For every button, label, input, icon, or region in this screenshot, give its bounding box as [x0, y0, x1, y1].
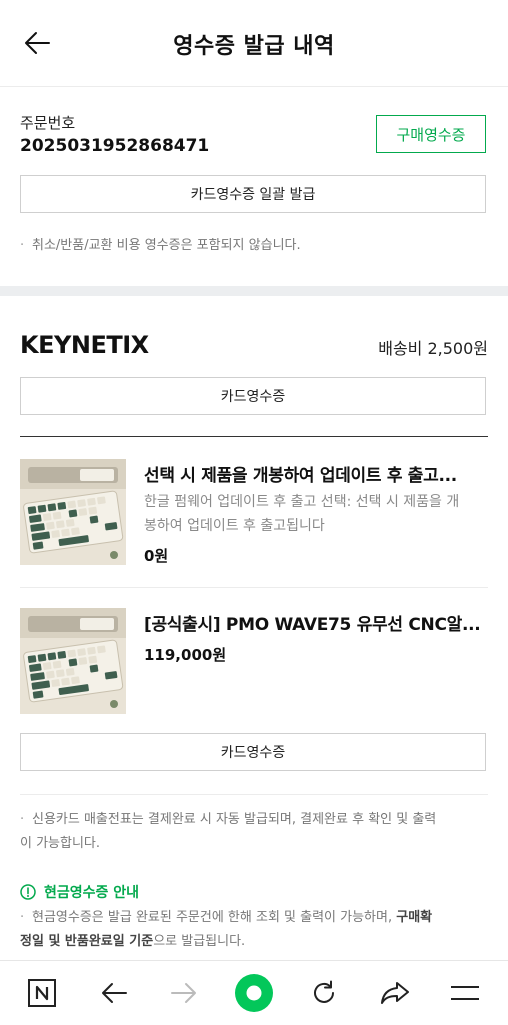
refresh-button[interactable]: [304, 975, 344, 1011]
card-receipt-button[interactable]: 카드영수증: [20, 733, 486, 771]
product-thumbnail[interactable]: [20, 459, 126, 565]
keyboard-image: [20, 459, 126, 565]
notes-divider: [20, 794, 488, 795]
product-divider: [20, 587, 488, 588]
exclusion-note: · 취소/반품/교환 비용 영수증은 포함되지 않습니다.: [20, 234, 490, 258]
cash-receipt-note-text: 현금영수증은 발급 완료된 주문건에 한해 조회 및 출력이 가능하며,: [32, 910, 397, 925]
page-title: 영수증 발급 내역: [173, 34, 335, 59]
bullet: ·: [20, 238, 25, 253]
card-receipt-button[interactable]: 카드영수증: [20, 377, 486, 415]
naver-logo-icon: [28, 979, 56, 1007]
product-thumbnail[interactable]: [20, 608, 126, 714]
product-price: 0원: [144, 547, 169, 565]
menu-icon: [451, 986, 479, 1000]
forward-arrow-icon: [171, 983, 196, 1003]
bullet: ·: [20, 910, 25, 925]
bulk-card-receipt-button[interactable]: 카드영수증 일괄 발급: [20, 175, 486, 213]
cash-receipt-title-text: 현금영수증 안내: [44, 885, 140, 901]
store-name: KEYNETIX: [20, 331, 149, 359]
browser-back-button[interactable]: [94, 975, 134, 1011]
bottom-navigation-bar: [0, 960, 508, 1025]
section-divider: [0, 286, 508, 296]
product-option-line: 봉하여 업데이트 후 출고됩니다: [144, 518, 325, 534]
product-name[interactable]: [공식출시] PMO WAVE75 유무선 CNC알...: [144, 610, 488, 635]
bullet: ·: [20, 812, 25, 827]
cash-receipt-note-bold: 정일 및 반품완료일 기준: [20, 934, 154, 949]
refresh-icon: [314, 980, 334, 1003]
product-name[interactable]: 선택 시 제품을 개봉하여 업데이트 후 출고...: [144, 461, 488, 486]
cash-receipt-note-bold: 구매확: [396, 910, 433, 925]
credit-card-note-text: 이 가능합니다.: [20, 836, 101, 851]
cash-receipt-note-text: 으로 발급됩니다.: [153, 934, 246, 949]
cash-receipt-note: · 현금영수증은 발급 완료된 주문건에 한해 조회 및 출력이 가능하며, 구매…: [20, 906, 490, 954]
credit-card-note: · 신용카드 매출전표는 결제완료 시 자동 발급되며, 결제완료 후 확인 및 …: [20, 808, 490, 856]
home-button[interactable]: [234, 974, 274, 1012]
menu-button[interactable]: [445, 975, 485, 1011]
back-arrow-icon: [102, 983, 127, 1003]
store-divider: [20, 436, 488, 437]
share-icon: [381, 982, 409, 1004]
order-number: 2025031952868471: [20, 136, 210, 156]
product-option: 한글 펌웨어 업데이트 후 출고 선택: 선택 시 제품을 개 봉하여 업데이트…: [144, 490, 488, 538]
browser-forward-button[interactable]: [164, 975, 204, 1011]
product-option-line: 한글 펌웨어 업데이트 후 출고 선택: 선택 시 제품을 개: [144, 494, 460, 510]
shipping-fee: 배송비 2,500원: [378, 339, 488, 358]
naver-home-button[interactable]: [22, 975, 62, 1011]
info-icon: [20, 884, 36, 900]
exclusion-note-text: 취소/반품/교환 비용 영수증은 포함되지 않습니다.: [32, 238, 301, 253]
share-button[interactable]: [375, 975, 415, 1011]
home-circle-icon: [235, 974, 273, 1012]
order-number-label: 주문번호: [20, 114, 76, 132]
header: 영수증 발급 내역: [0, 0, 508, 87]
credit-card-note-text: 신용카드 매출전표는 결제완료 시 자동 발급되며, 결제완료 후 확인 및 출…: [32, 812, 437, 827]
purchase-receipt-button[interactable]: 구매영수증: [376, 115, 486, 153]
keyboard-image: [20, 608, 126, 714]
product-price: 119,000원: [144, 646, 227, 664]
cash-receipt-title: 현금영수증 안내: [20, 882, 139, 902]
